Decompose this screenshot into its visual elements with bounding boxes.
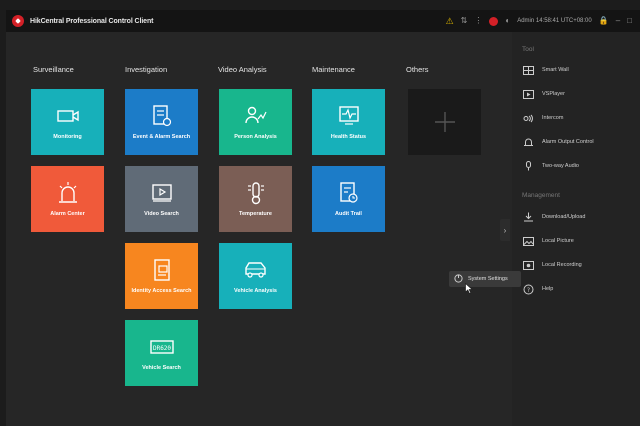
tool-local-recording[interactable]: Local Recording (522, 258, 582, 272)
tool-label: Two-way Audio (542, 163, 579, 169)
tile-label: Event & Alarm Search (132, 134, 191, 140)
id-card-icon (149, 257, 175, 283)
tool-vsplayer[interactable]: VSPlayer (522, 87, 565, 101)
alarm-indicator-icon[interactable] (489, 16, 499, 26)
microphone-icon (522, 161, 534, 171)
panel-collapse-toggle[interactable]: › (500, 219, 510, 241)
tile-video-search[interactable]: Video Search (125, 166, 198, 232)
tile-event-alarm-search[interactable]: Event & Alarm Search (125, 89, 198, 155)
user-status-text: Admin 14:58:41 UTC+08:00 (517, 18, 592, 24)
tool-local-picture[interactable]: Local Picture (522, 234, 574, 248)
tile-label: Alarm Center (50, 211, 85, 217)
column-heading-video-analysis: Video Analysis (218, 65, 267, 74)
tile-label: Health Status (330, 134, 367, 140)
picture-icon (522, 236, 534, 246)
tool-label: Download/Upload (542, 214, 586, 220)
siren-icon (55, 180, 81, 206)
camera-icon (55, 103, 81, 129)
tile-audit-trail[interactable]: Audit Trail (312, 166, 385, 232)
tile-label: Temperature (239, 211, 272, 217)
column-heading-maintenance: Maintenance (312, 65, 355, 74)
tile-person-analysis[interactable]: Person Analysis (219, 89, 292, 155)
tile-label: Person Analysis (234, 134, 277, 140)
tool-help[interactable]: ? Help (522, 282, 553, 296)
tool-label: Local Recording (542, 262, 582, 268)
hikvision-logo-icon (12, 15, 24, 27)
tile-label: Vehicle Analysis (234, 288, 277, 294)
tool-label: Local Picture (542, 238, 574, 244)
event-search-icon (149, 103, 175, 129)
tool-download-upload[interactable]: Download/Upload (522, 210, 585, 224)
tool-label: Help (542, 286, 554, 292)
column-heading-investigation: Investigation (125, 65, 168, 74)
tile-monitoring[interactable]: Monitoring (31, 89, 104, 155)
tile-vehicle-search[interactable]: DR620 Vehicle Search (125, 320, 198, 386)
health-monitor-icon (336, 103, 362, 129)
notification-icon[interactable]: ⇅ (461, 17, 468, 25)
tool-label: Alarm Output Control (542, 139, 594, 145)
tile-label: Identity Access Search (131, 288, 192, 294)
video-wall-icon (522, 65, 534, 75)
plus-icon (432, 109, 458, 135)
tile-alarm-center[interactable]: Alarm Center (31, 166, 104, 232)
download-upload-icon (522, 212, 534, 222)
player-icon (522, 89, 534, 99)
column-heading-others: Others (406, 65, 429, 74)
tile-label: Audit Trail (335, 211, 362, 217)
app-window: HikCentral Professional Control Client ⚠… (0, 0, 640, 426)
lock-icon[interactable]: 🔒 (599, 17, 609, 25)
power-settings-icon (454, 270, 463, 288)
tools-heading: Tool (522, 46, 534, 53)
title-bar-controls: ⚠ ⇅ ⋮ ◐ Admin 14:58:41 UTC+08:00 🔒 – □ (446, 10, 632, 32)
maximize-icon[interactable]: □ (627, 17, 632, 25)
tile-label: Video Search (144, 211, 179, 217)
vehicle-icon (243, 257, 269, 283)
account-icon[interactable]: ◐ (505, 17, 510, 25)
thermometer-icon (243, 180, 269, 206)
svg-text:DR620: DR620 (152, 345, 170, 352)
tile-identity-access-search[interactable]: Identity Access Search (125, 243, 198, 309)
svg-text:?: ? (526, 287, 529, 294)
column-heading-surveillance: Surveillance (33, 65, 74, 74)
tile-label: Vehicle Search (142, 365, 181, 371)
tile-health-status[interactable]: Health Status (312, 89, 385, 155)
tool-smart-wall[interactable]: Smart Wall (522, 63, 569, 77)
tile-temperature[interactable]: Temperature (219, 166, 292, 232)
intercom-icon (522, 113, 534, 123)
license-plate-icon: DR620 (149, 334, 175, 360)
person-analysis-icon (243, 103, 269, 129)
tool-alarm-output-control[interactable]: Alarm Output Control (522, 135, 594, 149)
tile-vehicle-analysis[interactable]: Vehicle Analysis (219, 243, 292, 309)
title-bar: HikCentral Professional Control Client ⚠… (6, 10, 640, 32)
tool-intercom[interactable]: Intercom (522, 111, 563, 125)
tool-label: Smart Wall (542, 67, 569, 73)
tile-label: Monitoring (53, 134, 82, 140)
recording-icon (522, 260, 534, 270)
info-icon[interactable]: ⋮ (474, 17, 482, 25)
tool-label: VSPlayer (542, 91, 565, 97)
tool-two-way-audio[interactable]: Two-way Audio (522, 159, 579, 173)
minimize-icon[interactable]: – (616, 17, 620, 25)
system-settings-button[interactable]: System Settings (449, 271, 521, 287)
warning-icon[interactable]: ⚠ (446, 16, 454, 26)
app-title: HikCentral Professional Control Client (30, 17, 154, 25)
video-search-icon (149, 180, 175, 206)
tools-panel: Tool Smart Wall VSPlayer Intercom Alarm … (512, 32, 640, 426)
add-module-tile[interactable] (408, 89, 481, 155)
management-heading: Management (522, 192, 560, 199)
audit-log-icon (336, 180, 362, 206)
help-icon: ? (522, 284, 534, 294)
tool-label: Intercom (542, 115, 564, 121)
mouse-cursor-icon (465, 283, 473, 294)
alarm-output-icon (522, 137, 534, 147)
system-settings-label: System Settings (468, 276, 508, 282)
